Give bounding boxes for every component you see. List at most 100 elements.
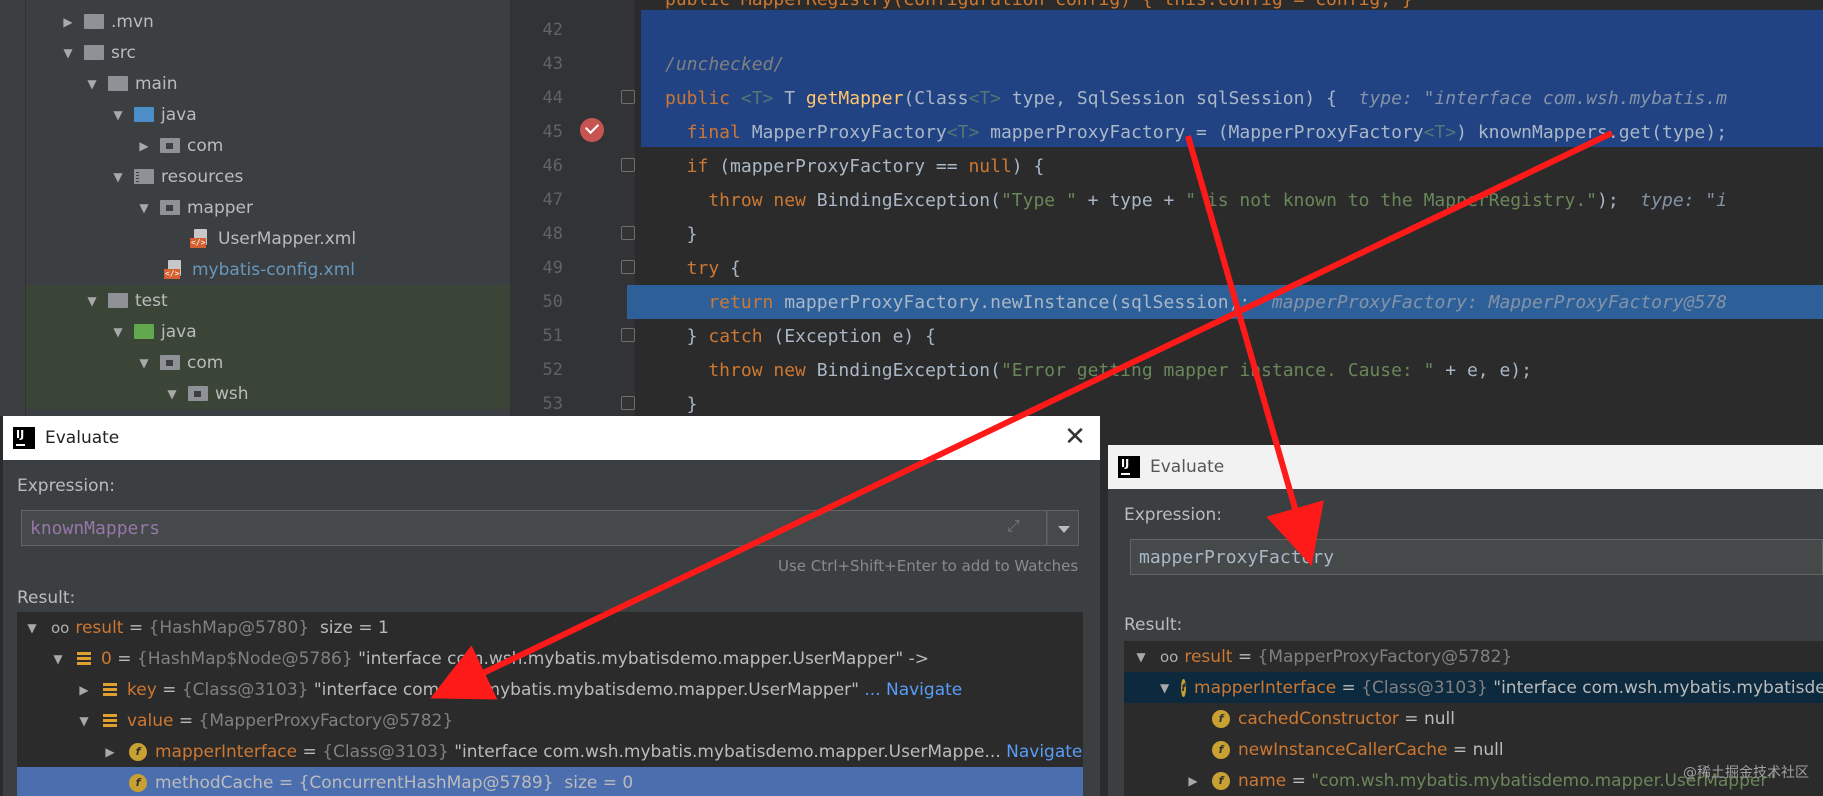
code-line-44[interactable]: public <T> T getMapper(Class<T> type, Sq…: [665, 82, 1727, 116]
code-line-51[interactable]: } catch (Exception e) {: [665, 320, 936, 354]
code-line-48[interactable]: }: [665, 218, 698, 252]
package-icon: [160, 200, 180, 215]
field-badge-icon: f: [129, 742, 147, 761]
tree-item-test-java[interactable]: ▼ java: [26, 316, 515, 347]
result-label: Result:: [1124, 615, 1183, 635]
project-tree: ▶ .mvn ▼ src ▼ main ▼ java ▶ com ▼ resou…: [0, 0, 515, 416]
collapse-arrow-icon[interactable]: ▼: [60, 46, 76, 60]
collapse-arrow-icon[interactable]: ▼: [164, 387, 180, 401]
code-line-47[interactable]: throw new BindingException("Type " + typ…: [665, 184, 1727, 218]
source-folder-icon: [134, 107, 154, 122]
collapse-arrow-icon[interactable]: ▼: [110, 170, 126, 184]
collapse-arrow-icon[interactable]: ▼: [1160, 681, 1169, 695]
expand-editor-icon[interactable]: ⤢: [1007, 516, 1020, 536]
line-number: 52: [542, 360, 563, 380]
tree-item-main[interactable]: ▼ main: [84, 68, 177, 99]
tree-item-usermapper-xml[interactable]: UserMapper.xml: [190, 223, 356, 254]
result-row-selected[interactable]: ▼ f mapperInterface = {Class@3103} "inter…: [1124, 672, 1823, 703]
close-icon[interactable]: ✕: [1062, 424, 1088, 450]
watch-glasses-icon: oo: [51, 618, 70, 637]
expression-input[interactable]: knownMappers: [21, 510, 1047, 546]
result-row[interactable]: ▶ key = {Class@3103} "interface com.wsh.…: [77, 674, 962, 705]
expand-arrow-icon[interactable]: ▶: [136, 139, 152, 153]
navigate-link[interactable]: Navigate: [1006, 742, 1082, 762]
collapse-arrow-icon[interactable]: ▼: [110, 108, 126, 122]
collapse-arrow-icon[interactable]: ▼: [84, 77, 100, 91]
result-label: Result:: [17, 588, 76, 608]
evaluate-dialog-mapper-proxy-factory: Evaluate Expression: mapperProxyFactory …: [1108, 445, 1823, 796]
result-row[interactable]: f newInstanceCallerCache = null: [1212, 734, 1504, 765]
tree-item-mvn[interactable]: ▶ .mvn: [60, 6, 153, 37]
field-badge-icon: f: [1181, 678, 1187, 697]
code-line-46[interactable]: if (mapperProxyFactory == null) {: [665, 150, 1045, 184]
watch-glasses-icon: oo: [1160, 647, 1179, 666]
collapse-arrow-icon[interactable]: ▼: [1134, 650, 1148, 664]
intellij-logo-icon: [1118, 456, 1140, 478]
result-row-selected[interactable]: f methodCache = {ConcurrentHashMap@5789}…: [17, 767, 1083, 796]
collapse-arrow-icon[interactable]: ▼: [77, 714, 91, 728]
line-number: 43: [542, 54, 563, 74]
collapse-arrow-icon[interactable]: ▼: [136, 356, 152, 370]
fold-marker-icon[interactable]: [621, 226, 635, 240]
tree-item-test[interactable]: ▼ test: [26, 285, 515, 316]
tree-item-mybatis-config-xml[interactable]: mybatis-config.xml: [164, 254, 355, 285]
collapse-arrow-icon[interactable]: ▼: [136, 201, 152, 215]
expand-arrow-icon[interactable]: ▶: [60, 15, 76, 29]
folder-icon: [84, 45, 104, 60]
field-icon: [103, 682, 117, 697]
code-line-41[interactable]: public MapperRegistry(Configuration conf…: [665, 0, 1413, 17]
line-number: 42: [542, 20, 563, 40]
tree-item-mapper[interactable]: ▼ mapper: [136, 192, 253, 223]
tree-item-wsh[interactable]: ▼ wsh: [26, 378, 515, 409]
package-icon: [160, 355, 180, 370]
expand-arrow-icon[interactable]: ▶: [1186, 774, 1200, 788]
expression-label: Expression:: [17, 476, 116, 496]
dialog-title-bar[interactable]: Evaluate ✕: [3, 416, 1100, 460]
result-row[interactable]: ▼ value = {MapperProxyFactory@5782}: [77, 705, 453, 736]
line-number: 47: [542, 190, 563, 210]
result-row[interactable]: ▼ 0 = {HashMap$Node@5786} "interface com…: [51, 643, 929, 674]
result-row[interactable]: f cachedConstructor = null: [1212, 703, 1455, 734]
folder-icon: [108, 293, 128, 308]
code-line-50[interactable]: return mapperProxyFactory.newInstance(sq…: [665, 286, 1727, 320]
tree-item-src[interactable]: ▼ src: [60, 37, 135, 68]
code-line-45[interactable]: final MapperProxyFactory<T> mapperProxyF…: [665, 116, 1727, 150]
tree-item-resources[interactable]: ▼ resources: [110, 161, 243, 192]
code-editor[interactable]: 42 43 44 45 46 47 48 49 50 51 52 53 publ…: [515, 0, 1823, 416]
expression-input[interactable]: mapperProxyFactory: [1130, 539, 1823, 575]
tree-item-test-com[interactable]: ▼ com: [26, 347, 515, 378]
result-row[interactable]: ▶ f mapperInterface = {Class@3103} "inter…: [103, 736, 1082, 767]
code-line-49[interactable]: try {: [665, 252, 741, 286]
line-number: 49: [542, 258, 563, 278]
xml-file-icon: [190, 228, 210, 249]
collapse-arrow-icon[interactable]: ▼: [25, 621, 39, 635]
result-row[interactable]: ▼ oo result = {HashMap@5780} size = 1: [25, 612, 388, 643]
fold-marker-icon[interactable]: [621, 90, 635, 104]
breakpoint-icon[interactable]: [580, 118, 604, 142]
field-badge-icon: f: [1212, 771, 1230, 790]
fold-marker-icon[interactable]: [621, 396, 635, 410]
collapse-arrow-icon[interactable]: ▼: [110, 325, 126, 339]
collapse-arrow-icon[interactable]: ▼: [84, 294, 100, 308]
fold-marker-icon[interactable]: [621, 158, 635, 172]
tree-item-java[interactable]: ▼ java: [110, 99, 196, 130]
expand-arrow-icon[interactable]: ▶: [77, 683, 91, 697]
code-line-52[interactable]: throw new BindingException("Error gettin…: [665, 354, 1532, 388]
code-line-43[interactable]: /unchecked/: [665, 48, 784, 82]
collapse-arrow-icon[interactable]: ▼: [51, 652, 65, 666]
tree-item-com[interactable]: ▶ com: [136, 130, 223, 161]
history-dropdown-button[interactable]: [1047, 510, 1079, 546]
result-tree[interactable]: ▼ oo result = {HashMap@5780} size = 1 ▼ 0…: [17, 612, 1083, 796]
fold-marker-icon[interactable]: [621, 328, 635, 342]
code-line-53[interactable]: }: [665, 388, 698, 416]
expand-arrow-icon[interactable]: ▶: [103, 745, 117, 759]
line-number: 51: [542, 326, 563, 346]
dialog-title-bar[interactable]: Evaluate: [1108, 445, 1823, 489]
field-icon: [103, 713, 117, 728]
field-badge-icon: f: [1212, 740, 1230, 759]
fold-marker-icon[interactable]: [621, 260, 635, 274]
navigate-link[interactable]: ... Navigate: [864, 680, 962, 700]
result-row[interactable]: ▼ oo result = {MapperProxyFactory@5782}: [1134, 641, 1512, 672]
resources-folder-icon: [134, 169, 154, 184]
field-badge-icon: f: [1212, 709, 1230, 728]
